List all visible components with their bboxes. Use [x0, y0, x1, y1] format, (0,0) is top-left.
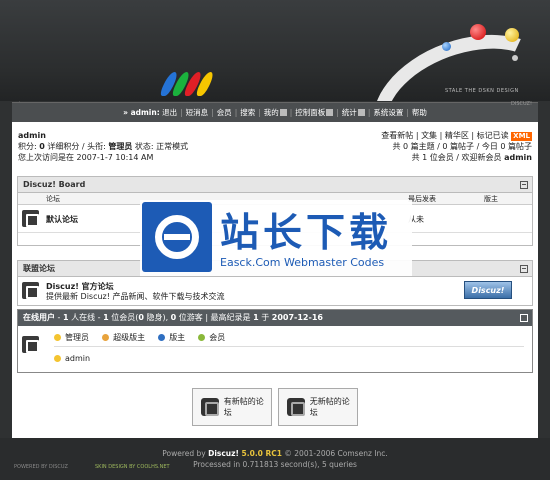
yellow-ball-decoration — [505, 28, 519, 42]
digest-link[interactable]: 文集 — [421, 131, 437, 140]
nav-admin-settings[interactable]: 系统设置 — [373, 107, 403, 118]
top-right-links: 查看新帖 | 文集 | 精华区 | 标记已读 XML 共 0 篇主题 / 0 篇… — [381, 131, 532, 162]
collapse-icon[interactable] — [520, 265, 528, 273]
col-forum: 论坛 — [46, 195, 60, 203]
member-stats: 共 1 位会员 / 欢迎新会员 admin — [411, 153, 532, 162]
last-visit: 您上次访问是在 2007-1-7 10:14 AM — [18, 153, 154, 162]
col-moderator: 版主 — [484, 195, 498, 203]
forum-name[interactable]: 默认论坛 — [46, 214, 78, 225]
version: 5.0.0 RC1 — [238, 449, 283, 458]
nav-version-tag: DISCUZ! — [511, 101, 532, 107]
mark-read-link[interactable]: 标记已读 — [477, 131, 509, 140]
feathers-logo — [158, 72, 220, 96]
design-tag[interactable]: SKIN DESIGN BY COOLHS.NET — [95, 464, 170, 470]
admin-group-icon — [54, 334, 61, 341]
new-posts-link[interactable]: 查看新帖 — [381, 131, 413, 140]
supermod-group-icon — [102, 334, 110, 341]
nav-my[interactable]: 我的 — [264, 107, 279, 118]
new-posts-legend: 有新帖的论坛 — [192, 388, 272, 426]
newest-member-link[interactable]: admin — [504, 153, 532, 162]
watermark-title: 站长下载 — [220, 211, 393, 256]
red-ball-decoration — [470, 24, 486, 40]
footer-processed: Processed in 0.711813 second(s), 5 queri… — [193, 460, 357, 469]
mod-group-icon — [158, 334, 166, 341]
collapse-icon[interactable] — [520, 181, 528, 189]
no-new-posts-icon — [287, 398, 305, 416]
xml-rss-badge[interactable]: XML — [511, 132, 532, 141]
dropdown-icon[interactable] — [357, 109, 365, 116]
nav-logout[interactable]: 退出 — [162, 107, 177, 118]
small-ball-decoration — [512, 55, 518, 61]
blue-ball-decoration — [442, 42, 451, 51]
member-group-icon — [198, 334, 206, 341]
legend-mod: 版主 — [169, 333, 186, 342]
online-user[interactable]: admin — [65, 354, 90, 363]
no-new-posts-legend: 无新帖的论坛 — [278, 388, 358, 426]
watermark-logo-icon — [142, 202, 212, 272]
main-content: admin 积分: 0 详细积分 / 头衔: 管理员 状态: 正常模式 您上次访… — [12, 122, 538, 438]
online-user-list: admin — [54, 354, 90, 363]
post-stats: 共 0 篇主题 / 0 篇帖子 / 今日 0 篇帖子 — [392, 142, 532, 151]
user-stats-line: 积分: 0 详细积分 / 头衔: 管理员 状态: 正常模式 — [18, 142, 189, 151]
footer-powered: Powered by Discuz! 5.0.0 RC1 © 2001-2006… — [162, 449, 388, 458]
forum-icon — [22, 282, 39, 299]
online-title-link[interactable]: 在线用户 — [23, 313, 55, 322]
legend-member: 会员 — [209, 333, 226, 342]
col-last-post: 最后发表 — [408, 195, 436, 203]
legend-admin: 管理员 — [65, 333, 89, 342]
site-footer: Powered by Discuz! 5.0.0 RC1 © 2001-2006… — [0, 438, 550, 480]
nav-search[interactable]: 搜索 — [240, 107, 255, 118]
online-icon — [22, 336, 39, 353]
header-tagline: STALE THE DSKN DESIGN — [445, 88, 519, 94]
top-nav-bar: » admin: 退出 | 短消息 | 会员 | 搜索 | 我的 | 控制面板 | 统计 | … — [12, 101, 538, 122]
powered-tag: POWERED BY DISCUZ — [14, 464, 68, 470]
nav-stats[interactable]: 统计 — [342, 107, 357, 118]
online-users-title: 在线用户 - 1 人在线 - 1 位会员(0 隐身), 0 位游客 | 最高纪录… — [18, 310, 532, 326]
user-name[interactable]: admin — [18, 130, 188, 141]
discuz-link[interactable]: Discuz! — [208, 449, 239, 458]
group-legend: 管理员 超级版主 版主 会员 — [54, 332, 225, 343]
nav-user[interactable]: » admin: — [123, 108, 160, 117]
collapse-icon[interactable] — [520, 314, 528, 322]
nav-help[interactable]: 帮助 — [412, 107, 427, 118]
nav-control-panel[interactable]: 控制面板 — [295, 107, 325, 118]
forum-status-icon — [22, 210, 39, 227]
dropdown-icon[interactable] — [279, 109, 287, 116]
board-title: Discuz! Board — [18, 177, 532, 193]
user-info: admin 积分: 0 详细积分 / 头衔: 管理员 状态: 正常模式 您上次访… — [18, 130, 188, 163]
nav-members[interactable]: 会员 — [217, 107, 232, 118]
elite-link[interactable]: 精华区 — [445, 131, 469, 140]
discuz-logo-link[interactable]: Discuz! — [464, 281, 512, 299]
legend-supermod: 超级版主 — [113, 333, 146, 342]
nav-messages[interactable]: 短消息 — [186, 107, 209, 118]
watermark-subtitle: Easck.Com Webmaster Codes — [220, 256, 385, 269]
watermark-overlay: 站长下载 Easck.Com Webmaster Codes — [140, 200, 412, 276]
online-users-block: 在线用户 - 1 人在线 - 1 位会员(0 隐身), 0 位游客 | 最高纪录… — [17, 309, 533, 373]
admin-user-icon — [54, 355, 61, 362]
new-posts-icon — [201, 398, 219, 416]
credits-link[interactable]: 详细积分 / 头衔: — [45, 142, 109, 151]
dropdown-icon[interactable] — [326, 109, 334, 116]
linked-forum-desc: 提供最新 Discuz! 产品新闻、软件下载与技术交流 — [46, 292, 225, 301]
site-header: STALE THE DSKN DESIGN — [0, 0, 550, 101]
copyright-link[interactable]: © 2001-2006 Comsenz Inc. — [282, 449, 387, 458]
